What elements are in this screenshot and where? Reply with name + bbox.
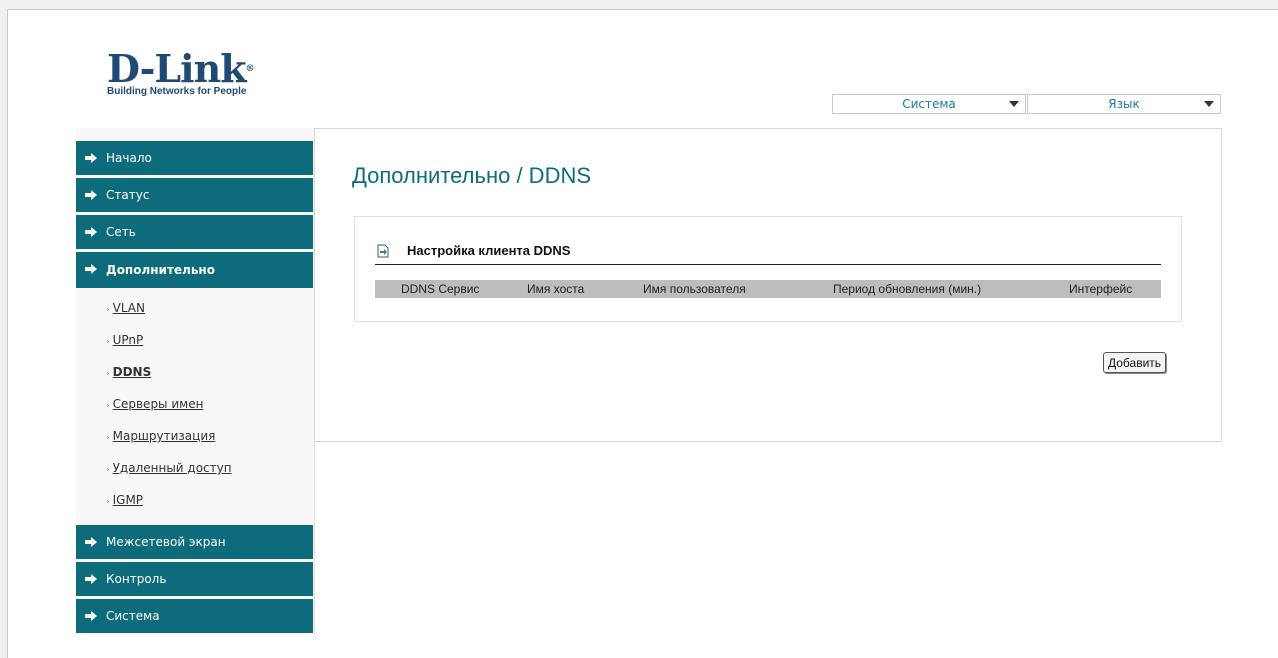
nav-item-advanced[interactable]: Дополнительно: [76, 252, 313, 288]
arrow-right-icon: [85, 264, 97, 274]
sub-item-label: Маршрутизация: [112, 429, 216, 443]
chevron-down-icon: [1204, 101, 1214, 107]
sub-item-label: IGMP: [112, 493, 144, 507]
ddns-panel: [354, 216, 1182, 322]
nav-item-label: Сеть: [106, 225, 136, 239]
arrow-right-icon: [85, 227, 97, 237]
column-header: Имя хоста: [527, 282, 585, 296]
nav-item-network[interactable]: Сеть: [76, 215, 313, 249]
nav-item-label: Начало: [106, 151, 152, 165]
dlink-logo: D-Link® Building Networks for People: [107, 46, 255, 98]
column-header: Имя пользователя: [643, 282, 746, 296]
logo-tagline: Building Networks for People: [107, 86, 247, 97]
sub-item-ddns[interactable]: › DDNS: [106, 364, 151, 380]
add-button[interactable]: Добавить: [1103, 352, 1167, 373]
sub-item-label: Серверы имен: [112, 397, 204, 411]
sub-item-igmp[interactable]: › IGMP: [106, 492, 143, 508]
language-menu-label: Язык: [1108, 97, 1140, 111]
nav-item-label: Межсетевой экран: [106, 535, 226, 549]
arrow-right-icon: [85, 611, 97, 621]
logo-name: D-Link: [107, 46, 247, 91]
window-left-border: [0, 9, 8, 658]
table-header: DDNS Сервис Имя хоста Имя пользователя П…: [375, 280, 1161, 298]
document-icon: [377, 244, 389, 258]
sub-item-remote-access[interactable]: › Удаленный доступ: [106, 460, 232, 476]
sub-item-label: UPnP: [112, 333, 144, 347]
section-title: Настройка клиента DDNS: [407, 243, 571, 258]
column-header: Период обновления (мин.): [833, 282, 982, 296]
nav-item-status[interactable]: Статус: [76, 178, 313, 212]
sub-item-name-servers[interactable]: › Серверы имен: [106, 396, 203, 412]
nav-item-label: Контроль: [106, 572, 167, 586]
sub-item-label: Удаленный доступ: [112, 461, 232, 475]
nav-item-label: Система: [106, 609, 160, 623]
sub-item-routing[interactable]: › Маршрутизация: [106, 428, 215, 444]
nav-item-control[interactable]: Контроль: [76, 562, 313, 596]
sub-item-upnp[interactable]: › UPnP: [106, 332, 143, 348]
sub-item-label: VLAN: [112, 301, 145, 315]
language-menu-dropdown[interactable]: Язык: [1027, 94, 1221, 114]
arrow-right-icon: [85, 574, 97, 584]
column-header: DDNS Сервис: [401, 282, 480, 296]
arrow-right-icon: [85, 537, 97, 547]
arrow-right-icon: [85, 153, 97, 163]
sub-item-vlan[interactable]: › VLAN: [106, 300, 145, 316]
page-title: Дополнительно / DDNS: [352, 163, 592, 188]
column-header: Интерфейс: [1069, 282, 1133, 296]
chevron-down-icon: [1009, 101, 1019, 107]
section-header: Настройка клиента DDNS: [375, 242, 1161, 265]
arrow-right-icon: [85, 190, 97, 200]
system-menu-label: Система: [902, 97, 956, 111]
sub-item-label: DDNS: [112, 365, 152, 379]
nav-item-start[interactable]: Начало: [76, 141, 313, 175]
window-top-border: [0, 0, 1278, 10]
nav-item-system[interactable]: Система: [76, 599, 313, 633]
system-menu-dropdown[interactable]: Система: [832, 94, 1026, 114]
nav-item-label: Статус: [106, 188, 150, 202]
nav-item-label: Дополнительно: [106, 263, 215, 277]
nav-item-firewall[interactable]: Межсетевой экран: [76, 525, 313, 559]
